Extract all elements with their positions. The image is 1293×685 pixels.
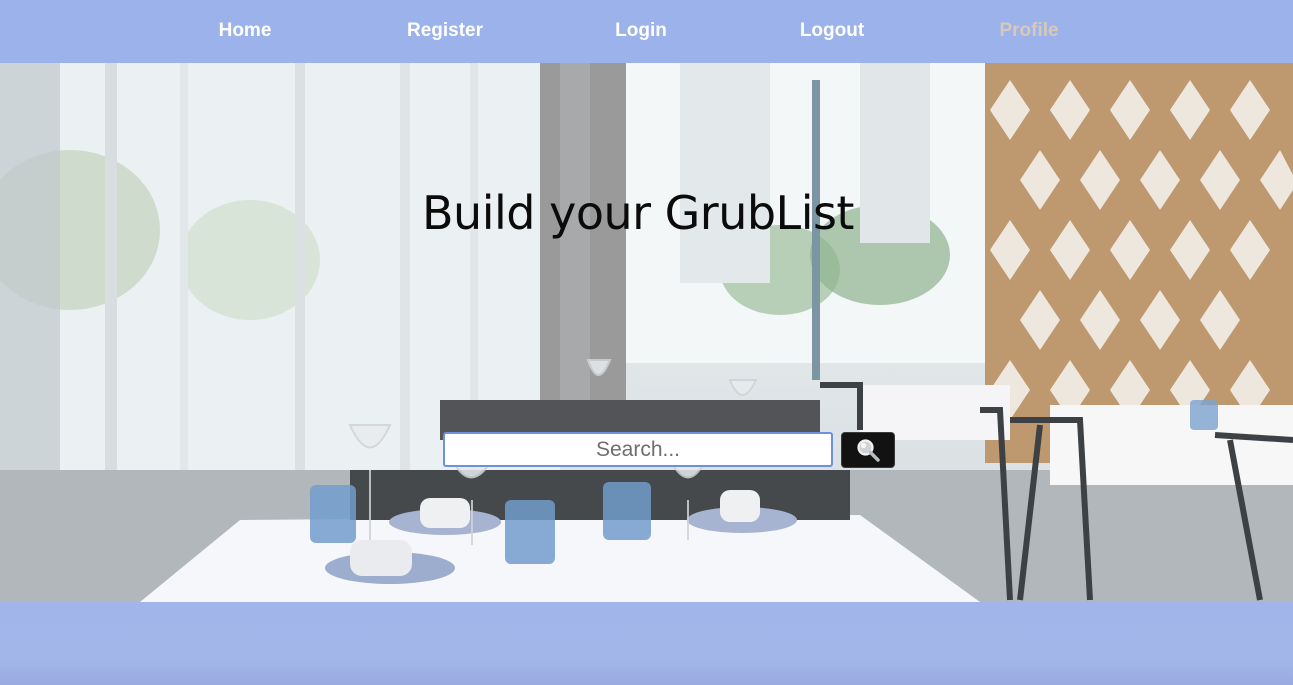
nav-link-profile[interactable]: Profile xyxy=(999,20,1058,42)
search-button[interactable] xyxy=(841,432,895,468)
top-navigation-bar: Home Register Login Logout Profile xyxy=(0,0,1293,63)
page-title: Build your GrubList xyxy=(422,186,854,240)
nav-link-home[interactable]: Home xyxy=(219,20,272,42)
nav-link-register[interactable]: Register xyxy=(407,20,483,42)
restaurant-interior-illustration xyxy=(0,63,1293,602)
hero-background-image xyxy=(0,0,1293,602)
search-input[interactable] xyxy=(443,432,833,467)
landing-page: Home Register Login Logout Profile Build… xyxy=(0,0,1293,685)
magnifier-icon xyxy=(857,439,880,462)
footer-band xyxy=(0,602,1293,685)
nav-link-logout[interactable]: Logout xyxy=(800,20,864,42)
nav-link-login[interactable]: Login xyxy=(615,20,667,42)
